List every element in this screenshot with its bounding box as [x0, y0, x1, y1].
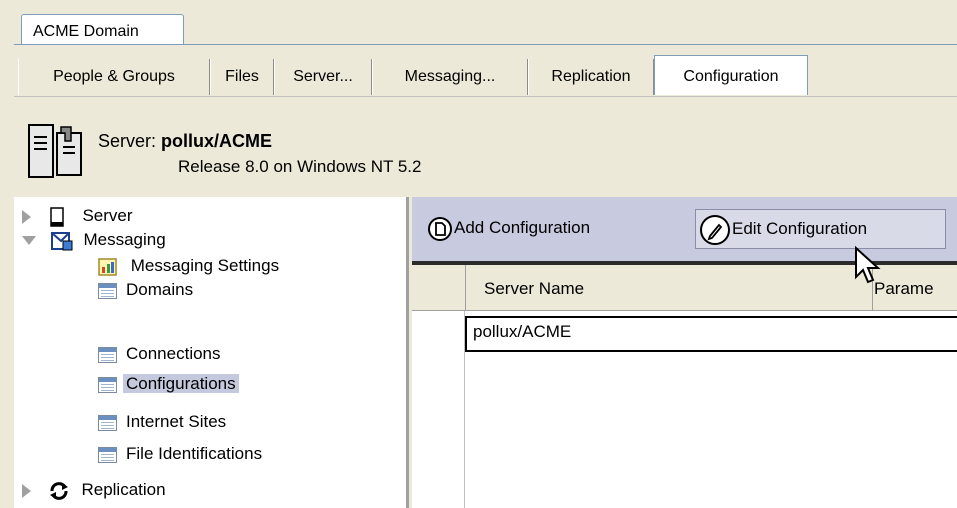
tree-item-messaging-settings[interactable]: Messaging Settings	[98, 253, 282, 279]
tab-messaging[interactable]: Messaging...	[372, 59, 528, 95]
settings-doc-icon	[98, 257, 117, 276]
view-icon	[98, 346, 117, 363]
tree-item-label: Connections	[126, 344, 221, 363]
tab-label: Files	[225, 68, 259, 85]
view-icon	[98, 282, 117, 299]
server-header: Server: pollux/ACME Release 8.0 on Windo…	[14, 96, 957, 196]
expand-icon[interactable]	[22, 483, 31, 498]
server-name: pollux/ACME	[161, 131, 273, 151]
tree-item-replication[interactable]: Replication	[22, 477, 169, 503]
tab-label: Configuration	[683, 68, 779, 85]
tree-item-label: Internet Sites	[126, 412, 227, 431]
view-icon	[98, 376, 117, 393]
edit-configuration-button[interactable]: Edit Configuration	[695, 209, 946, 249]
tree-item-connections[interactable]: Connections	[98, 341, 224, 367]
tree-item-label: File Identifications	[126, 444, 263, 463]
tree-item-label: Replication	[81, 480, 166, 499]
server-release: Release 8.0 on Windows NT 5.2	[178, 157, 422, 176]
tab-label: Replication	[551, 68, 631, 85]
tree-item-label: Messaging	[83, 230, 166, 249]
tab-configuration[interactable]: Configuration	[654, 55, 808, 95]
new-document-icon	[428, 216, 452, 241]
tab-server[interactable]: Server...	[274, 59, 372, 95]
server-icon	[28, 124, 82, 178]
server-small-icon	[49, 206, 64, 227]
edit-pencil-icon	[700, 214, 730, 245]
tree-item-messaging[interactable]: Messaging	[22, 227, 169, 253]
tree-item-internet-sites[interactable]: Internet Sites	[98, 409, 229, 435]
tree-item-file-identifications[interactable]: File Identifications	[98, 441, 265, 467]
tab-replication[interactable]: Replication	[528, 59, 654, 95]
grid-cell-server-name[interactable]: pollux/ACME	[465, 316, 957, 352]
collapse-icon[interactable]	[22, 236, 36, 246]
server-line: Server: pollux/ACME	[98, 131, 272, 152]
tab-label: People & Groups	[53, 68, 175, 85]
tree-item-configurations[interactable]: Configurations	[98, 371, 239, 397]
navigation-tree: Server Messaging Messaging Settings Doma…	[14, 197, 409, 508]
domain-tab-label: ACME Domain	[33, 23, 139, 40]
content-panel: Add Configuration Edit Configuration Ser…	[412, 197, 957, 508]
tab-people-groups[interactable]: People & Groups	[18, 59, 210, 95]
add-configuration-button[interactable]: Add Configuration	[428, 209, 690, 249]
tab-label: Messaging...	[404, 68, 496, 85]
tab-files[interactable]: Files	[210, 59, 274, 95]
view-icon	[98, 446, 117, 463]
tree-item-label: Server	[82, 206, 133, 225]
view-icon	[98, 414, 117, 431]
column-header-server-name[interactable]: Server Name	[484, 279, 584, 299]
replication-icon	[49, 481, 68, 500]
main-tab-bar: People & Groups Files Server... Messagin…	[14, 44, 957, 96]
add-configuration-label: Add Configuration	[454, 218, 591, 237]
messaging-icon	[50, 231, 73, 251]
mouse-pointer-icon	[855, 245, 881, 284]
server-label: Server:	[98, 131, 157, 151]
tree-item-label: Messaging Settings	[130, 256, 280, 275]
tree-item-server[interactable]: Server	[22, 203, 136, 229]
edit-configuration-label: Edit Configuration	[732, 219, 868, 238]
tab-label: Server...	[293, 68, 353, 85]
domain-tab[interactable]: ACME Domain	[21, 14, 184, 44]
tree-item-label: Domains	[126, 280, 194, 299]
row-header-column	[412, 311, 465, 508]
tree-item-domains[interactable]: Domains	[98, 277, 196, 303]
tree-item-label: Configurations	[123, 374, 239, 393]
column-separator[interactable]	[465, 265, 466, 311]
expand-icon[interactable]	[22, 209, 31, 224]
